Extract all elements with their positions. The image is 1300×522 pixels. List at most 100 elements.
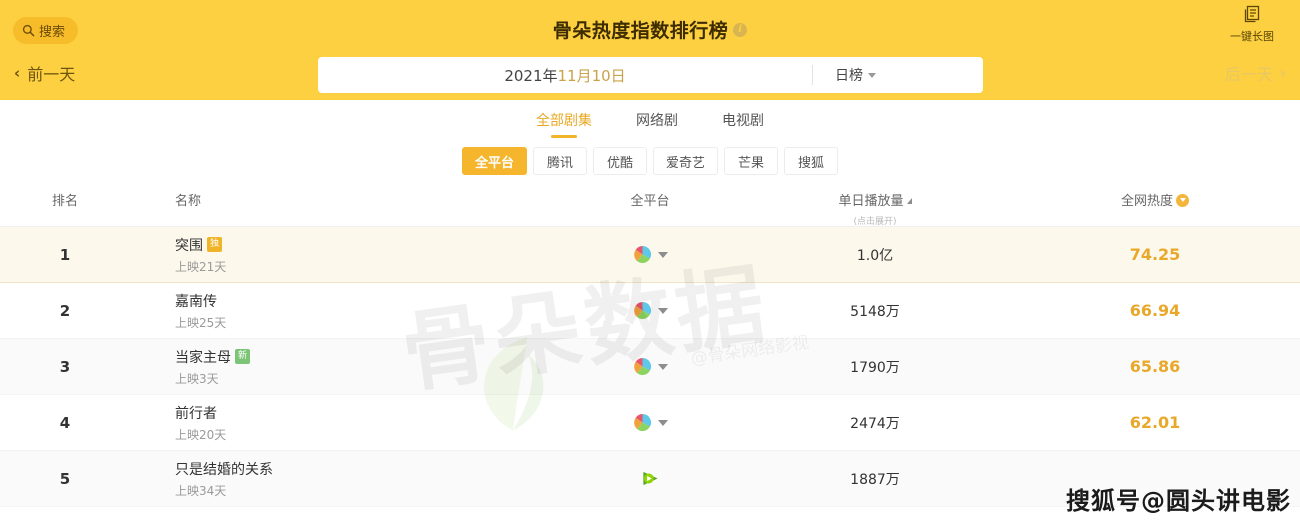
row-heat-value: 65.86 (1129, 357, 1181, 376)
platform-filter-youku[interactable]: 优酷 (593, 147, 647, 175)
row-release-info: 上映3天 (175, 371, 219, 386)
row-release-info: 上映34天 (175, 483, 227, 498)
date-year: 2021年 (504, 66, 558, 85)
tab-label: 电视剧 (722, 113, 764, 129)
ranking-table: 排名 名称 全平台 单日播放量 (点击展开) 全网热度 1 突围 独 上映21天 (0, 182, 1300, 507)
row-title[interactable]: 只是结婚的关系 (175, 459, 273, 479)
row-heat-value: 66.94 (1129, 301, 1181, 320)
chevron-down-icon (868, 72, 876, 78)
next-day-button[interactable]: 后一天 › (1225, 61, 1286, 85)
platform-filter-label: 优酷 (606, 155, 633, 171)
column-header-name: 名称 (175, 194, 202, 209)
date-month-day: 11月10日 (557, 66, 626, 85)
row-platform-cell[interactable] (560, 469, 740, 488)
row-title-line: 嘉南传 (175, 291, 560, 311)
chevron-right-icon: › (1279, 63, 1286, 82)
platform-filter-iqiyi[interactable]: 爱奇艺 (653, 147, 719, 175)
tab-label: 网络剧 (636, 113, 678, 129)
platform-filter-label: 芒果 (738, 155, 765, 171)
row-rank: 2 (59, 301, 71, 320)
row-title-line: 只是结婚的关系 (175, 459, 560, 479)
row-name-cell: 突围 独 上映21天 (130, 235, 560, 275)
table-header-row: 排名 名称 全平台 单日播放量 (点击展开) 全网热度 (0, 182, 1300, 227)
row-daily-play: 2474万 (850, 415, 900, 432)
long-image-label: 一键长图 (1230, 30, 1274, 43)
row-release-info: 上映25天 (175, 315, 227, 330)
rank-period-select[interactable]: 日榜 (813, 65, 983, 85)
row-daily-play: 1.0亿 (856, 247, 894, 264)
platform-filter-mango[interactable]: 芒果 (724, 147, 779, 175)
row-title[interactable]: 当家主母 (175, 347, 231, 367)
page-title: 骨朵热度指数排行榜 i (0, 16, 1300, 43)
platform-filter-label: 搜狐 (798, 155, 825, 171)
sort-ascending-icon[interactable] (906, 198, 912, 204)
table-row[interactable]: 5 只是结婚的关系 上映34天 1887万 (0, 451, 1300, 507)
row-daily-play: 1790万 (850, 359, 900, 376)
tab-all-series[interactable]: 全部剧集 (536, 102, 592, 138)
row-title-line: 突围 独 (175, 235, 560, 255)
category-tabs: 全部剧集 网络剧 电视剧 (0, 100, 1300, 140)
row-title[interactable]: 前行者 (175, 403, 217, 423)
multi-platform-wheel-icon (633, 413, 651, 432)
row-daily-play: 1887万 (850, 471, 900, 488)
row-platform-cell[interactable] (560, 245, 740, 264)
platform-filter-sohu[interactable]: 搜狐 (784, 147, 839, 175)
table-row[interactable]: 1 突围 独 上映21天 1.0亿 74.25 (0, 227, 1300, 283)
platform-filter-label: 腾讯 (546, 155, 573, 171)
platform-filter-label: 全平台 (474, 155, 514, 171)
tab-tv-series[interactable]: 电视剧 (722, 102, 764, 138)
row-heat-value: 74.25 (1129, 245, 1181, 264)
chevron-down-icon[interactable] (657, 419, 668, 426)
column-header-heat[interactable]: 全网热度 (1010, 190, 1300, 209)
next-day-label: 后一天 (1224, 65, 1273, 84)
info-icon[interactable]: i (733, 22, 748, 37)
prev-day-button[interactable]: ‹ 前一天 (14, 61, 75, 85)
row-title[interactable]: 突围 (175, 235, 203, 255)
row-release-info: 上映20天 (175, 427, 227, 442)
multi-platform-wheel-icon (633, 357, 651, 376)
sort-descending-icon[interactable] (1176, 194, 1189, 207)
row-platform-cell[interactable] (560, 357, 740, 376)
platform-filter-all[interactable]: 全平台 (461, 147, 527, 175)
column-header-platform: 全平台 (630, 194, 670, 209)
column-header-rank: 排名 (51, 194, 78, 209)
platform-filter-label: 爱奇艺 (666, 155, 706, 171)
prev-day-label: 前一天 (27, 65, 76, 84)
row-title[interactable]: 嘉南传 (175, 291, 217, 311)
platform-filter-row: 全平台 腾讯 优酷 爱奇艺 芒果 搜狐 (0, 140, 1300, 182)
row-platform-cell[interactable] (560, 301, 740, 320)
page-root: 搜索 骨朵热度指数排行榜 i 一键长图 ‹ 前一天 后一天 › 2021年11月… (0, 0, 1300, 522)
row-rank: 1 (59, 245, 71, 264)
row-badge: 独 (207, 237, 222, 252)
row-release-info: 上映21天 (175, 259, 227, 274)
tab-label: 全部剧集 (536, 113, 592, 129)
date-picker[interactable]: 2021年11月10日 (318, 65, 812, 86)
row-platform-cell[interactable] (560, 413, 740, 432)
row-title-line: 前行者 (175, 403, 560, 423)
page-header: 搜索 骨朵热度指数排行榜 i 一键长图 ‹ 前一天 后一天 › 2021年11月… (0, 0, 1300, 100)
row-rank: 3 (59, 357, 71, 376)
iqiyi-play-icon (642, 471, 658, 486)
row-badge: 新 (235, 349, 250, 364)
table-row[interactable]: 3 当家主母 新 上映3天 1790万 65.86 (0, 339, 1300, 395)
row-name-cell: 嘉南传 上映25天 (130, 291, 560, 331)
column-header-heat-label: 全网热度 (1120, 194, 1173, 209)
chevron-left-icon: ‹ (14, 63, 21, 82)
chevron-down-icon[interactable] (657, 307, 668, 314)
long-image-button[interactable]: 一键长图 (1220, 4, 1284, 44)
table-row[interactable]: 4 前行者 上映20天 2474万 62.01 (0, 395, 1300, 451)
column-header-daily-play[interactable]: 单日播放量 (点击展开) (740, 190, 1010, 227)
row-name-cell: 当家主母 新 上映3天 (130, 347, 560, 387)
chevron-down-icon[interactable] (657, 363, 668, 370)
table-row[interactable]: 2 嘉南传 上映25天 5148万 66.94 (0, 283, 1300, 339)
multi-platform-wheel-icon (633, 301, 651, 320)
chevron-down-icon[interactable] (657, 251, 668, 258)
row-name-cell: 前行者 上映20天 (130, 403, 560, 443)
row-heat-value: 62.01 (1129, 413, 1181, 432)
tab-web-series[interactable]: 网络剧 (636, 102, 678, 138)
platform-filter-tencent[interactable]: 腾讯 (533, 147, 587, 175)
row-title-line: 当家主母 新 (175, 347, 560, 367)
row-rank: 4 (59, 413, 71, 432)
row-name-cell: 只是结婚的关系 上映34天 (130, 459, 560, 499)
date-toolbar: 2021年11月10日 日榜 (318, 57, 983, 93)
